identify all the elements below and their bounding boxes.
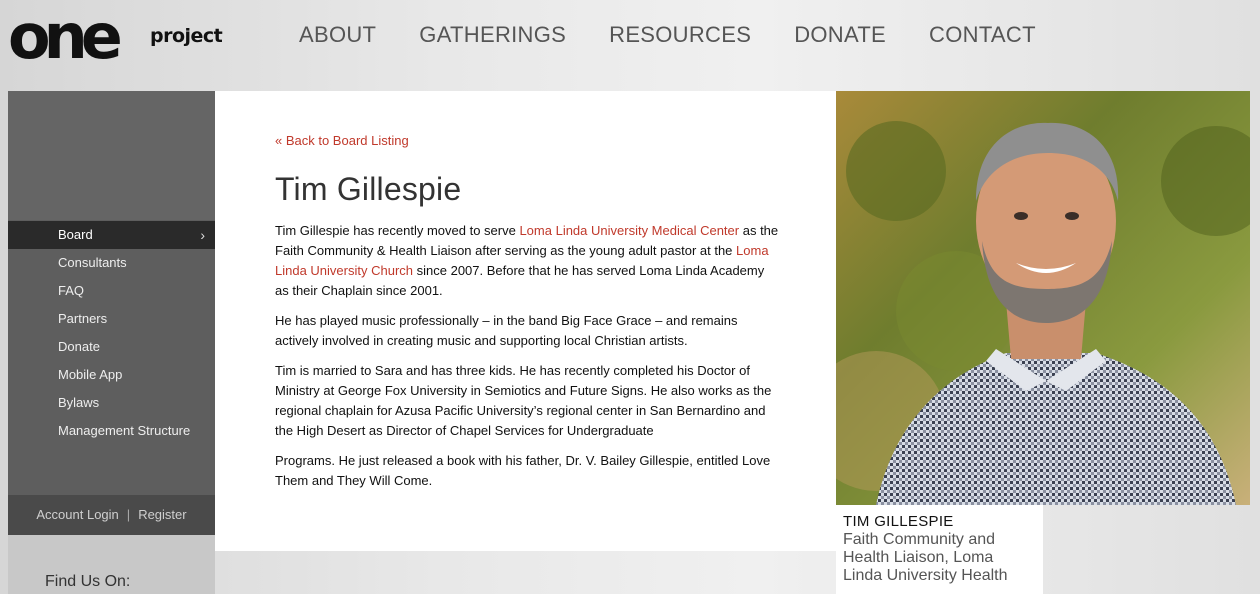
logo-sub-text: project bbox=[150, 25, 223, 47]
sidebar-item-label: Partners bbox=[58, 311, 108, 326]
sidebar-item-bylaws[interactable]: Bylaws bbox=[8, 389, 215, 417]
find-us-label: Find Us On: bbox=[45, 573, 131, 590]
nav-resources[interactable]: RESOURCES bbox=[609, 22, 751, 48]
back-to-board-link[interactable]: « Back to Board Listing bbox=[275, 133, 409, 148]
profile-photo bbox=[836, 91, 1250, 505]
sidebar-item-management-structure[interactable]: Management Structure bbox=[8, 417, 215, 445]
sidebar-item-label: Mobile App bbox=[58, 367, 123, 382]
main-nav: ABOUT GATHERINGS RESOURCES DONATE CONTAC… bbox=[299, 22, 1079, 48]
sidebar-menu: Board › Consultants FAQ Partners Donate … bbox=[8, 221, 215, 445]
chevron-right-icon: › bbox=[200, 227, 205, 243]
sidebar-item-label: Management Structure bbox=[58, 423, 191, 438]
nav-contact[interactable]: CONTACT bbox=[929, 22, 1036, 48]
sidebar-item-mobile-app[interactable]: Mobile App bbox=[8, 361, 215, 389]
register-link[interactable]: Register bbox=[138, 507, 186, 522]
one-project-logo[interactable]: one project bbox=[8, 2, 223, 72]
sidebar-item-donate[interactable]: Donate bbox=[8, 333, 215, 361]
site-header: one project ABOUT GATHERINGS RESOURCES D… bbox=[0, 0, 1260, 91]
account-login-link[interactable]: Account Login bbox=[36, 507, 118, 522]
account-bar: Account Login | Register bbox=[8, 495, 215, 535]
bio-text: Tim Gillespie has recently moved to serv… bbox=[275, 221, 780, 501]
sidebar-item-faq[interactable]: FAQ bbox=[8, 277, 215, 305]
page-title: Tim Gillespie bbox=[275, 171, 462, 207]
bio-paragraph-1: Tim Gillespie has recently moved to serv… bbox=[275, 221, 780, 301]
logo-main-text: one bbox=[8, 0, 123, 73]
sidebar-item-label: FAQ bbox=[58, 283, 85, 298]
sidebar-item-consultants[interactable]: Consultants bbox=[8, 249, 215, 277]
nav-about[interactable]: ABOUT bbox=[299, 22, 376, 48]
sidebar-item-board[interactable]: Board › bbox=[8, 221, 215, 249]
sidebar-item-label: Donate bbox=[58, 339, 100, 354]
caption-role: Faith Community and Health Liaison, Loma… bbox=[843, 531, 1008, 584]
nav-gatherings[interactable]: GATHERINGS bbox=[419, 22, 566, 48]
sidebar-top-panel bbox=[8, 91, 215, 220]
bio-paragraph-2: He has played music professionally – in … bbox=[275, 313, 738, 348]
sidebar-item-partners[interactable]: Partners bbox=[8, 305, 215, 333]
main-content: « Back to Board Listing Tim Gillespie Ti… bbox=[215, 91, 836, 551]
account-separator: | bbox=[126, 507, 131, 522]
sidebar-item-label: Consultants bbox=[58, 255, 127, 270]
bio-paragraph-3: Tim is married to Sara and has three kid… bbox=[275, 363, 772, 438]
sidebar-item-label: Bylaws bbox=[58, 395, 100, 410]
llu-medical-center-link[interactable]: Loma Linda University Medical Center bbox=[519, 223, 739, 238]
bio-text-segment: Tim Gillespie has recently moved to serv… bbox=[275, 223, 520, 238]
bio-paragraph-4: Programs. He just released a book with h… bbox=[275, 453, 771, 488]
nav-donate[interactable]: DONATE bbox=[794, 22, 886, 48]
find-us-panel: Find Us On: bbox=[8, 535, 215, 594]
portrait-illustration bbox=[836, 91, 1250, 505]
sidebar-item-label: Board bbox=[58, 227, 93, 242]
caption-name: TIM GILLESPIE bbox=[843, 513, 954, 530]
photo-caption: TIM GILLESPIE Faith Community and Health… bbox=[836, 505, 1043, 594]
sidebar: Board › Consultants FAQ Partners Donate … bbox=[8, 91, 215, 594]
